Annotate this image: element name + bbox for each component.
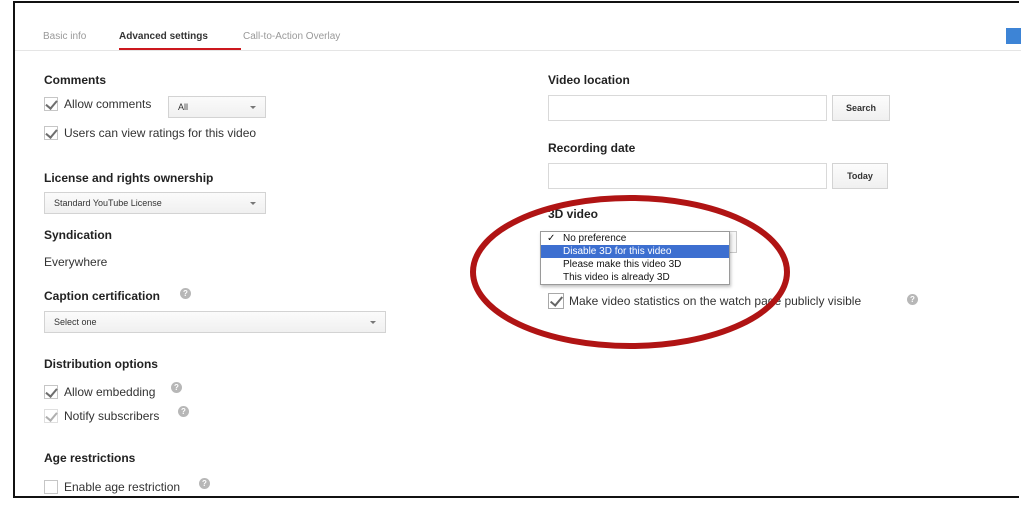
view-ratings-label: Users can view ratings for this video: [64, 126, 257, 140]
license-heading: License and rights ownership: [44, 171, 214, 185]
3d-option-label: Please make this video 3D: [563, 259, 682, 270]
allow-comments-checkbox[interactable]: [44, 97, 58, 111]
video-location-input[interactable]: [548, 95, 827, 121]
notify-subscribers-label: Notify subscribers: [64, 409, 160, 423]
dialog-frame: [13, 1, 1019, 498]
license-select[interactable]: Standard YouTube License: [44, 192, 266, 214]
allow-comments-select-value: All: [178, 102, 189, 112]
allow-comments-select[interactable]: All: [168, 96, 266, 118]
help-icon[interactable]: ?: [907, 294, 918, 305]
help-icon[interactable]: ?: [180, 288, 191, 299]
caption-certification-select[interactable]: Select one: [44, 311, 386, 333]
chevron-down-icon: [250, 202, 256, 205]
allow-embedding-checkbox[interactable]: [44, 385, 58, 399]
caption-certification-heading: Caption certification: [44, 289, 161, 303]
3d-option-label: This video is already 3D: [563, 272, 670, 283]
tab-call-to-action-overlay[interactable]: Call-to-Action Overlay: [243, 31, 340, 42]
caption-certification-select-value: Select one: [54, 317, 97, 327]
tab-basic-info[interactable]: Basic info: [43, 31, 86, 42]
search-button[interactable]: Search: [832, 95, 890, 121]
recording-date-heading: Recording date: [548, 141, 636, 155]
3d-option-already-3d[interactable]: This video is already 3D: [541, 271, 729, 284]
enable-age-restriction-label: Enable age restriction: [64, 480, 181, 494]
license-select-value: Standard YouTube License: [54, 198, 162, 208]
allow-embedding-label: Allow embedding: [64, 385, 156, 399]
syndication-value: Everywhere: [44, 255, 108, 269]
3d-option-label: No preference: [563, 233, 627, 244]
video-location-heading: Video location: [548, 73, 630, 87]
help-icon[interactable]: ?: [199, 478, 210, 489]
video-statistics-label: Make video statistics on the watch page …: [569, 294, 862, 308]
view-ratings-checkbox[interactable]: [44, 126, 58, 140]
chevron-down-icon: [370, 321, 376, 324]
check-icon: ✓: [547, 233, 556, 244]
age-restrictions-heading: Age restrictions: [44, 451, 136, 465]
help-icon[interactable]: ?: [178, 406, 189, 417]
tab-advanced-settings[interactable]: Advanced settings: [119, 31, 208, 42]
3d-video-heading: 3D video: [548, 207, 599, 221]
today-button[interactable]: Today: [832, 163, 888, 189]
active-tab-indicator: [119, 48, 241, 50]
3d-option-disable[interactable]: Disable 3D for this video: [541, 245, 729, 258]
3d-option-no-preference[interactable]: ✓ No preference: [541, 232, 729, 245]
distribution-heading: Distribution options: [44, 357, 158, 371]
notify-subscribers-checkbox[interactable]: [44, 409, 58, 423]
recording-date-input[interactable]: [548, 163, 827, 189]
settings-icon[interactable]: [1006, 28, 1021, 44]
3d-option-make-3d[interactable]: Please make this video 3D: [541, 258, 729, 271]
chevron-down-icon: [250, 106, 256, 109]
3d-video-dropdown-menu: ✓ No preference Disable 3D for this vide…: [540, 231, 730, 285]
tab-bar: Basic info Advanced settings Call-to-Act…: [15, 20, 1021, 51]
comments-heading: Comments: [44, 73, 107, 87]
video-statistics-checkbox[interactable]: [548, 293, 564, 309]
allow-comments-label: Allow comments: [64, 97, 152, 111]
3d-option-label: Disable 3D for this video: [563, 246, 672, 257]
syndication-heading: Syndication: [44, 228, 113, 242]
help-icon[interactable]: ?: [171, 382, 182, 393]
enable-age-restriction-checkbox[interactable]: [44, 480, 58, 494]
